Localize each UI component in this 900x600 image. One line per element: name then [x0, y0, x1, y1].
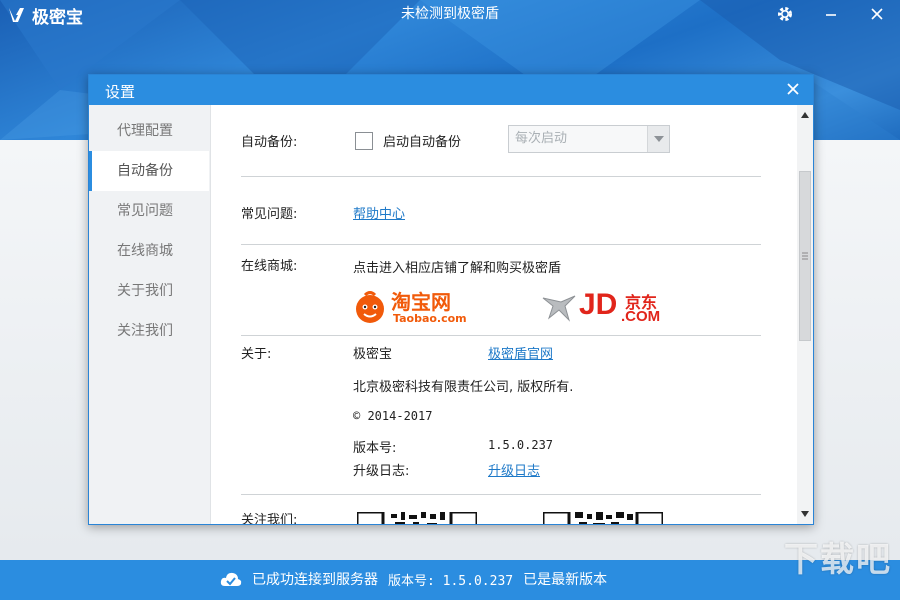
weibo-qr-code [543, 512, 663, 524]
sidebar-item-label: 关注我们 [117, 323, 173, 339]
follow-label: 关注我们: [241, 513, 298, 524]
status-bar: 已成功连接到服务器 版本号: 1.5.0.237 已是最新版本 [0, 560, 900, 600]
shop-description: 点击进入相应店铺了解和购买极密盾 [353, 261, 562, 276]
changelog-label: 升级日志: [353, 464, 410, 479]
about-copyright: © 2014-2017 [353, 409, 433, 423]
faq-label: 常见问题: [241, 207, 298, 222]
sidebar-item-follow[interactable]: 关注我们 [89, 311, 209, 351]
settings-dialog: 设置 代理配置 自动备份 常见问题 在线商城 关于我们 关注我们 自动备份: 启… [88, 74, 814, 525]
sidebar-item-label: 常见问题 [117, 203, 173, 219]
jd-store-logo[interactable]: JD 京东 .COM [541, 288, 671, 328]
about-company: 北京极密科技有限责任公司, 版权所有. [353, 380, 574, 395]
dialog-header: 设置 [89, 75, 813, 105]
divider [241, 244, 761, 245]
settings-content: 自动备份: 启动自动备份 每次启动 常见问题: 帮助中心 在线商城: 点击进入相… [211, 105, 797, 524]
scroll-thumb[interactable] [799, 171, 811, 341]
sidebar-item-label: 自动备份 [117, 163, 173, 179]
sidebar-item-proxy[interactable]: 代理配置 [89, 111, 209, 151]
about-label: 关于: [241, 347, 272, 362]
sidebar-item-label: 在线商城 [117, 243, 173, 259]
divider [241, 494, 761, 495]
taobao-logo-text: 淘宝网 [391, 290, 451, 314]
settings-gear-icon[interactable] [772, 2, 798, 26]
official-site-link[interactable]: 极密盾官网 [488, 343, 553, 362]
jd-logo-sub: .COM [621, 308, 661, 325]
auto-backup-checkbox[interactable] [355, 132, 373, 150]
sidebar-item-about[interactable]: 关于我们 [89, 271, 209, 311]
dialog-title: 设置 [105, 83, 136, 101]
sidebar-item-online-shop[interactable]: 在线商城 [89, 231, 209, 271]
scroll-up-icon[interactable] [797, 107, 813, 123]
settings-sidebar: 代理配置 自动备份 常见问题 在线商城 关于我们 关注我们 [89, 105, 211, 524]
backup-frequency-value: 每次启动 [515, 131, 568, 146]
minimize-icon[interactable] [818, 2, 844, 26]
backup-frequency-select[interactable]: 每次启动 [508, 125, 670, 153]
jd-logo-text: JD [579, 288, 618, 321]
cloud-check-icon [220, 572, 242, 586]
version-label: 版本号: [353, 441, 397, 456]
auto-backup-label: 自动备份: [241, 135, 298, 150]
status-info: 已成功连接到服务器 版本号: 1.5.0.237 已是最新版本 [220, 569, 607, 589]
changelog-link[interactable]: 升级日志 [488, 460, 540, 479]
version-value: 1.5.0.237 [488, 438, 554, 452]
about-product: 极密宝 [353, 347, 393, 362]
taobao-logo-sub: Taobao.com [393, 312, 467, 325]
content-scrollbar[interactable] [797, 105, 813, 524]
chevron-down-icon[interactable] [647, 126, 669, 152]
auto-backup-checkbox-label[interactable]: 启动自动备份 [383, 131, 461, 150]
sidebar-item-label: 关于我们 [117, 283, 173, 299]
sidebar-item-auto-backup[interactable]: 自动备份 [89, 151, 209, 191]
close-icon[interactable] [864, 2, 890, 26]
app-title-bar: 极密宝 未检测到极密盾 [0, 0, 900, 30]
wechat-qr-code [357, 512, 477, 524]
sidebar-item-label: 代理配置 [117, 123, 173, 139]
sidebar-item-faq[interactable]: 常见问题 [89, 191, 209, 231]
connection-status: 已成功连接到服务器 [252, 572, 378, 588]
device-status-title: 未检测到极密盾 [401, 6, 499, 22]
divider [241, 176, 761, 177]
dialog-close-icon[interactable] [783, 79, 803, 99]
status-version: 版本号: 1.5.0.237 [388, 573, 514, 589]
watermark: 下载吧 [784, 540, 892, 580]
help-center-link[interactable]: 帮助中心 [353, 203, 405, 222]
scroll-down-icon[interactable] [797, 506, 813, 522]
update-status: 已是最新版本 [523, 572, 608, 588]
taobao-mascot-icon [356, 291, 384, 323]
taobao-store-logo[interactable]: 淘宝网 Taobao.com [353, 288, 483, 328]
jd-mascot-icon [542, 295, 576, 322]
divider [241, 335, 761, 336]
shop-label: 在线商城: [241, 259, 298, 274]
